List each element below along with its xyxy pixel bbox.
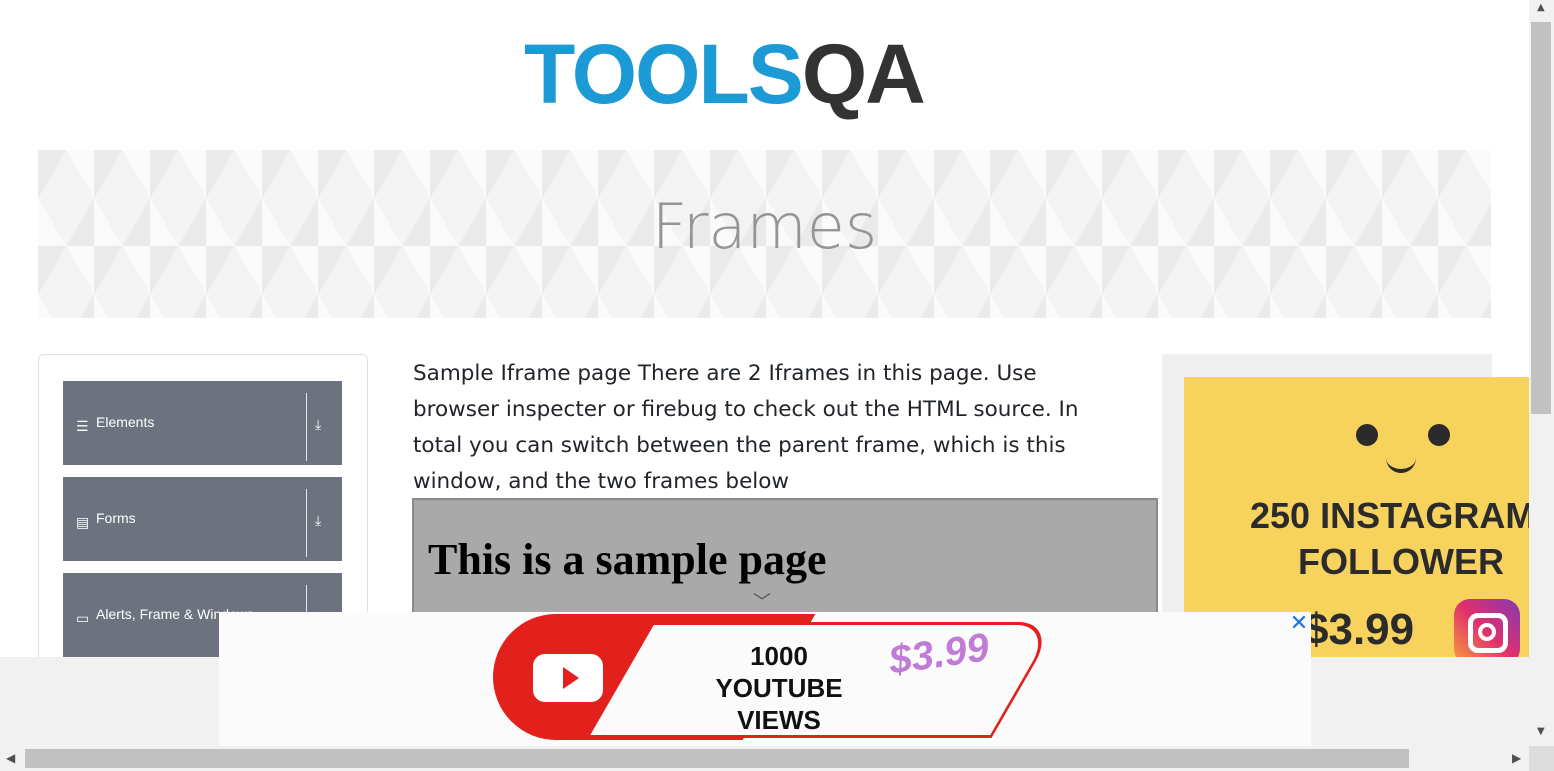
sidebar-item-elements[interactable]: ☰ Elements ⤓ [63, 381, 342, 465]
ad-views-label: YOUTUBE VIEWS [715, 673, 843, 735]
logo-qa-text: QA [801, 27, 926, 121]
youtube-views-ad[interactable]: 1000 YOUTUBE VIEWS $3.99 [219, 612, 1311, 747]
chevron-down-icon: ﹀ [753, 592, 771, 613]
download-arrow-icon[interactable]: ⤓ [315, 417, 321, 433]
logo-text: TOOLSQA [524, 27, 926, 121]
scroll-up-icon[interactable]: ▲ [1537, 2, 1545, 13]
divider [306, 393, 307, 461]
download-arrow-icon[interactable]: ⤓ [315, 513, 321, 529]
logo-tools-text: TOOLS [524, 27, 804, 121]
instagram-icon [1454, 599, 1520, 657]
scroll-down-icon[interactable]: ▼ [1537, 726, 1545, 737]
page-title: Frames [651, 190, 878, 263]
document-icon: ▤ [76, 515, 90, 531]
scroll-left-icon[interactable]: ◀ [6, 751, 15, 765]
divider [306, 489, 307, 557]
toolsqa-logo[interactable]: TOOLSQA [524, 24, 1010, 136]
hamburger-icon: ☰ [76, 419, 89, 435]
sidebar-item-forms[interactable]: ▤ Forms ⤓ [63, 477, 342, 561]
scroll-right-icon[interactable]: ▶ [1512, 751, 1521, 765]
smiley-eye-right [1428, 424, 1450, 446]
horizontal-scroll-thumb[interactable] [25, 749, 1409, 768]
ad-headline: 250 INSTAGRAM [1250, 495, 1529, 536]
sidebar-item-label: Forms [96, 510, 136, 526]
sidebar-item-label: Elements [96, 414, 155, 430]
youtube-icon [533, 654, 603, 702]
iframe-heading: This is a sample page [428, 535, 827, 584]
ad-subheadline: FOLLOWER [1298, 541, 1504, 582]
scrollbar-corner [1529, 746, 1554, 771]
close-icon[interactable]: ✕ [1289, 612, 1309, 636]
play-icon [563, 667, 579, 689]
smiley-mouth [1386, 455, 1416, 473]
ad-price: $3.99 [1304, 605, 1415, 654]
ad-view-count: 1000 [750, 641, 808, 671]
vertical-scroll-thumb[interactable] [1531, 22, 1551, 414]
horizontal-scrollbar[interactable]: ◀ ▶ [0, 746, 1529, 771]
vertical-scrollbar[interactable]: ▲ ▼ [1529, 0, 1554, 746]
frames-description: Sample Iframe page There are 2 Iframes i… [413, 361, 1079, 494]
window-icon: ▭ [76, 611, 90, 627]
smiley-eye-left [1356, 424, 1378, 446]
instagram-icon-lens [1478, 623, 1496, 641]
page-banner: Frames [38, 150, 1491, 318]
